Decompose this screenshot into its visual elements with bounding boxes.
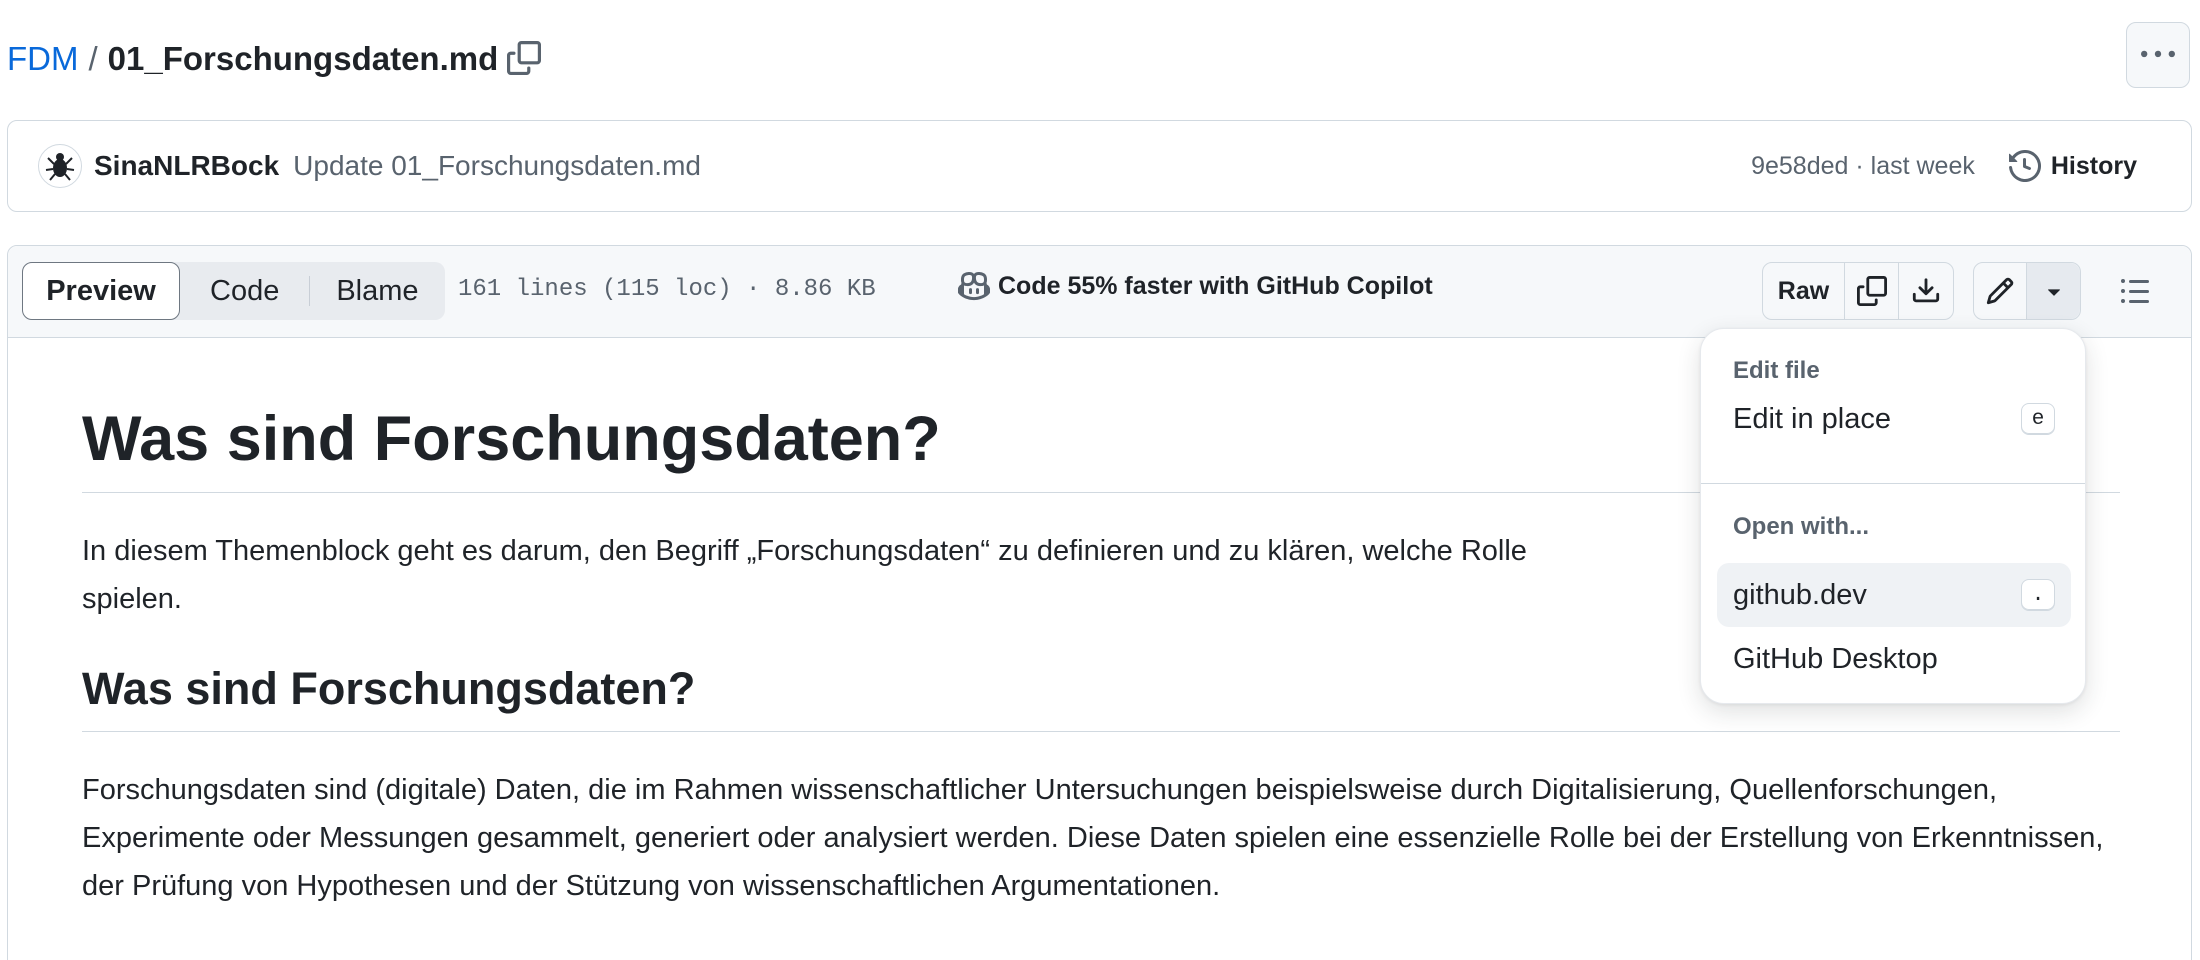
download-icon: [1911, 276, 1941, 306]
breadcrumb-separator: /: [88, 40, 98, 77]
outline-button[interactable]: [2106, 262, 2164, 320]
keyboard-shortcut: .: [2021, 579, 2055, 611]
copilot-icon: [958, 270, 990, 302]
commit-author[interactable]: SinaNLRBock: [94, 150, 279, 182]
menu-divider: [1701, 483, 2085, 484]
menu-item-label: Edit in place: [1733, 402, 1891, 435]
breadcrumb-repo-link[interactable]: FDM: [7, 40, 78, 78]
menu-item-github-desktop[interactable]: GitHub Desktop: [1717, 627, 2071, 691]
more-options-button[interactable]: [2126, 22, 2190, 88]
copy-icon: [1856, 276, 1887, 306]
view-mode-tabs: Preview Code Blame: [22, 262, 445, 320]
raw-button[interactable]: Raw: [1763, 263, 1845, 319]
copilot-promo-link[interactable]: Code 55% faster with GitHub Copilot: [958, 270, 1433, 302]
paragraph-intro-text: In diesem Themenblock geht es darum, den…: [82, 534, 1527, 567]
copy-icon: [507, 41, 541, 75]
download-button[interactable]: [1899, 263, 1953, 319]
edit-file-heading: Edit file: [1733, 357, 1820, 384]
copilot-promo-text: Code 55% faster with GitHub Copilot: [998, 271, 1433, 300]
history-button[interactable]: History: [2008, 150, 2137, 182]
copy-raw-button[interactable]: [1845, 263, 1899, 319]
avatar[interactable]: [38, 144, 82, 188]
paragraph-definition: Forschungsdaten sind (digitale) Daten, d…: [82, 773, 2104, 902]
triangle-down-icon: [2041, 278, 2067, 304]
file-header: Preview Code Blame 161 lines (115 loc) ·…: [8, 246, 2191, 338]
pencil-icon: [1985, 276, 2015, 306]
menu-item-label: github.dev: [1733, 578, 1867, 611]
tab-code[interactable]: Code: [180, 262, 309, 320]
edit-options-dropdown-button[interactable]: [2027, 263, 2080, 319]
paragraph-intro-line2: spielen.: [82, 582, 182, 615]
menu-item-github-dev[interactable]: github.dev .: [1717, 563, 2071, 627]
history-icon: [2008, 150, 2041, 182]
file-stats: 161 lines (115 loc) · 8.86 KB: [458, 276, 876, 303]
file-actions-group: Raw: [1762, 262, 1954, 320]
open-with-heading: Open with...: [1733, 513, 1869, 540]
breadcrumb-file-name: 01_Forschungsdaten.md: [107, 40, 499, 77]
edit-options-menu: Edit file Edit in place e Open with... g…: [1700, 328, 2086, 704]
kebab-horizontal-icon: [2141, 38, 2175, 72]
edit-file-button[interactable]: [1974, 263, 2027, 319]
copy-path-button[interactable]: [500, 34, 548, 82]
latest-commit-bar: SinaNLRBock Update 01_Forschungsdaten.md…: [7, 120, 2192, 212]
keyboard-shortcut: e: [2021, 403, 2055, 435]
list-unordered-icon: [2119, 275, 2151, 307]
commit-message[interactable]: Update 01_Forschungsdaten.md: [293, 150, 701, 182]
tab-preview[interactable]: Preview: [22, 262, 180, 320]
commit-meta[interactable]: 9e58ded · last week: [1751, 152, 1975, 181]
edit-actions-group: [1973, 262, 2081, 320]
history-label: History: [2050, 151, 2137, 180]
breadcrumb: FDM / 01_Forschungsdaten.md: [7, 34, 498, 84]
tab-blame[interactable]: Blame: [310, 262, 444, 320]
menu-item-label: GitHub Desktop: [1733, 642, 1938, 675]
menu-item-edit-in-place[interactable]: Edit in place e: [1717, 387, 2071, 451]
